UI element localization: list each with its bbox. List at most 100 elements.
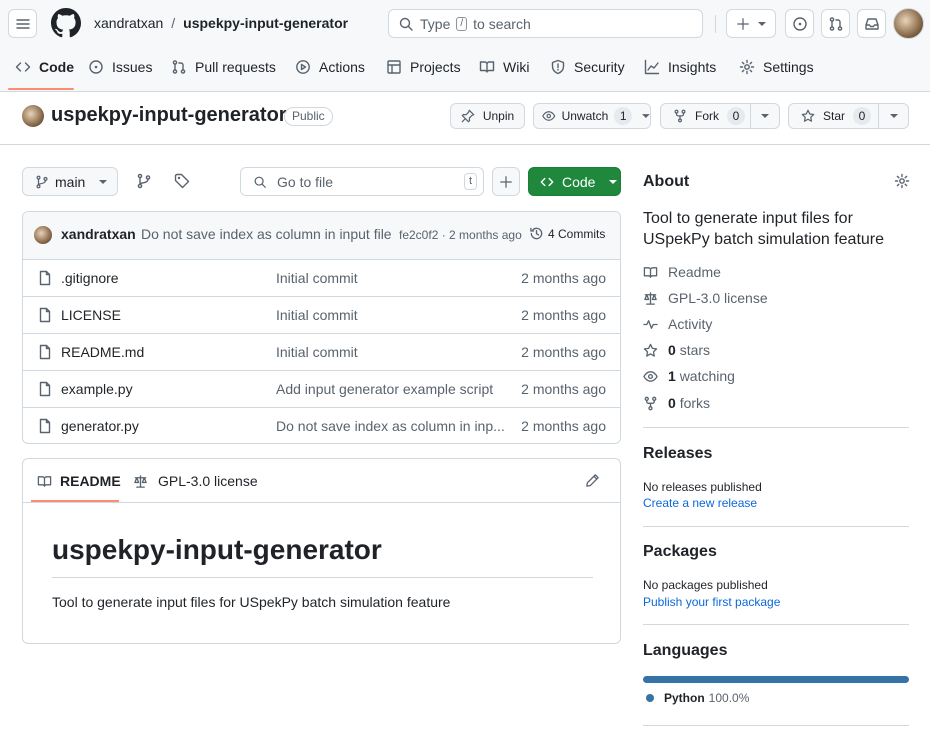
edit-readme-button[interactable]	[585, 473, 600, 488]
branch-selector[interactable]: main	[22, 167, 118, 196]
language-name: Python	[664, 691, 705, 705]
tags-button[interactable]	[174, 173, 190, 189]
tab-issues[interactable]: Issues	[88, 54, 152, 80]
search-text-before: Type	[420, 15, 451, 32]
releases-empty-text: No releases published	[643, 480, 762, 494]
file-name[interactable]: .gitignore	[61, 270, 119, 286]
tab-security[interactable]: Security	[550, 54, 625, 80]
caret-down-icon	[609, 179, 618, 184]
language-bar	[643, 676, 909, 683]
tab-insights[interactable]: Insights	[644, 54, 716, 80]
file-name[interactable]: example.py	[61, 381, 133, 397]
inbox-button[interactable]	[857, 9, 886, 38]
tab-projects[interactable]: Projects	[386, 54, 461, 80]
fork-icon	[644, 396, 657, 410]
readme-link-label: Readme	[668, 264, 721, 280]
releases-heading[interactable]: Releases	[643, 445, 712, 463]
star-dropdown-button[interactable]	[878, 103, 909, 129]
create-release-link[interactable]: Create a new release	[643, 496, 757, 510]
file-commit-message[interactable]: Do not save index as column in inp...	[276, 418, 505, 434]
file-row[interactable]: generator.py Do not save index as column…	[23, 407, 620, 443]
add-file-button[interactable]	[492, 167, 520, 196]
file-row[interactable]: .gitignore Initial commit 2 months ago	[23, 259, 620, 296]
file-commit-message[interactable]: Initial commit	[276, 344, 358, 360]
tab-pull-requests[interactable]: Pull requests	[171, 54, 276, 80]
file-commit-message[interactable]: Initial commit	[276, 270, 358, 286]
tab-wiki[interactable]: Wiki	[479, 54, 529, 80]
file-list: xandratxan Do not save index as column i…	[22, 211, 621, 444]
eye-icon	[542, 111, 556, 121]
tab-code[interactable]: Code	[15, 54, 74, 80]
user-avatar[interactable]	[893, 8, 924, 39]
code-dropdown-button[interactable]: Code	[528, 167, 621, 196]
watch-count: 1	[614, 107, 633, 125]
law-icon	[644, 291, 657, 305]
tab-actions[interactable]: Actions	[295, 54, 365, 80]
branches-button[interactable]	[136, 173, 152, 189]
activity-link-label: Activity	[668, 316, 713, 332]
file-row[interactable]: example.py Add input generator example s…	[23, 370, 620, 407]
language-color-dot	[646, 694, 654, 702]
github-logo[interactable]	[51, 8, 81, 38]
star-button[interactable]: Star 0	[788, 103, 879, 129]
file-row[interactable]: LICENSE Initial commit 2 months ago	[23, 296, 620, 333]
readme-link[interactable]: Readme	[643, 264, 721, 280]
repo-title[interactable]: uspekpy-input-generator	[51, 104, 287, 127]
breadcrumb-separator: /	[171, 15, 176, 31]
forks-link[interactable]: 0 forks	[643, 395, 710, 411]
unpin-button[interactable]: Unpin	[450, 103, 525, 129]
pull-request-icon	[172, 60, 186, 74]
unwatch-button[interactable]: Unwatch 1	[533, 103, 651, 129]
file-name[interactable]: README.md	[61, 344, 144, 360]
stars-label: stars	[679, 342, 711, 358]
file-commit-message[interactable]: Add input generator example script	[276, 381, 493, 397]
global-search[interactable]: Type / to search	[388, 9, 703, 38]
caret-down-icon	[99, 179, 108, 184]
commits-link[interactable]: 4 Commits	[529, 226, 605, 241]
commit-author[interactable]: xandratxan	[61, 226, 136, 242]
about-settings-button[interactable]	[894, 173, 910, 189]
menu-button[interactable]	[8, 9, 37, 38]
tab-readme[interactable]: README	[37, 473, 121, 489]
file-name[interactable]: LICENSE	[61, 307, 121, 323]
book-icon	[479, 61, 495, 73]
stars-link[interactable]: 0 stars	[643, 342, 710, 358]
file-commit-message[interactable]: Initial commit	[276, 307, 358, 323]
title-divider	[0, 144, 930, 145]
breadcrumb-repo[interactable]: uspekpy-input-generator	[183, 15, 348, 31]
pulse-icon	[643, 319, 658, 329]
code-icon	[15, 62, 31, 72]
issues-button[interactable]	[785, 9, 814, 38]
activity-link[interactable]: Activity	[643, 316, 712, 332]
go-to-file-input[interactable]: Go to file t	[240, 167, 484, 196]
file-icon	[39, 344, 51, 360]
language-item-python[interactable]: Python 100.0%	[646, 691, 749, 705]
go-to-file-shortcut: t	[463, 173, 477, 190]
branch-name: main	[55, 173, 86, 190]
create-new-button[interactable]	[726, 9, 776, 38]
search-icon	[399, 17, 413, 31]
fork-button[interactable]: Fork 0	[660, 103, 751, 129]
gear-icon	[894, 173, 910, 189]
file-icon	[39, 381, 51, 397]
pull-requests-button[interactable]	[821, 9, 850, 38]
license-link[interactable]: GPL-3.0 license	[643, 290, 768, 306]
file-row[interactable]: README.md Initial commit 2 months ago	[23, 333, 620, 370]
tab-settings[interactable]: Settings	[739, 54, 814, 80]
readme-body: Tool to generate input files for USpekPy…	[52, 594, 451, 610]
tab-license[interactable]: GPL-3.0 license	[133, 473, 258, 489]
breadcrumb-owner[interactable]: xandratxan	[94, 15, 163, 31]
watching-link[interactable]: 1 watching	[643, 368, 735, 384]
file-name[interactable]: generator.py	[61, 418, 139, 434]
packages-heading[interactable]: Packages	[643, 543, 717, 561]
commits-count: 4 Commits	[548, 226, 606, 241]
fork-dropdown-button[interactable]	[750, 103, 780, 129]
forks-count: 0	[668, 395, 676, 411]
commit-sha-time[interactable]: fe2c0f2 · 2 months ago	[399, 228, 522, 242]
fork-icon	[674, 109, 686, 123]
tab-readme-underline	[31, 500, 119, 502]
tab-label: Issues	[112, 59, 153, 75]
commit-message[interactable]: Do not save index as column in input fil…	[141, 226, 392, 242]
publish-package-link[interactable]: Publish your first package	[643, 595, 780, 609]
repo-avatar	[22, 105, 44, 127]
